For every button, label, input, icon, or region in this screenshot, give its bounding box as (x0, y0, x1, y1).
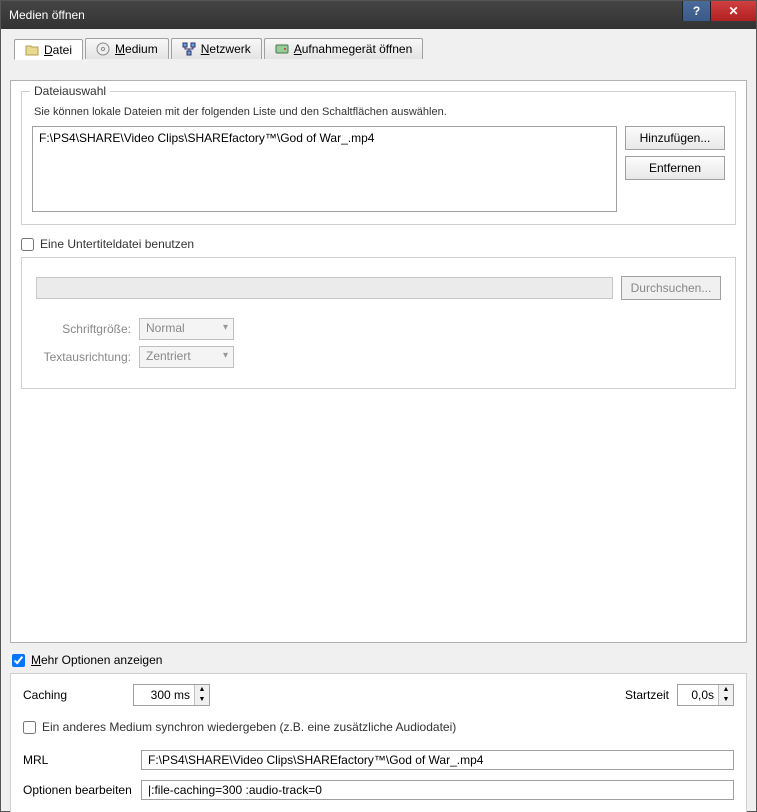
file-selection-hint: Sie können lokale Dateien mit der folgen… (34, 106, 725, 118)
tab-capture-mnemonic: A (294, 42, 302, 56)
tab-content-file: Dateiauswahl Sie können lokale Dateien m… (10, 80, 747, 643)
titlebar: Medien öffnen ? ✕ (1, 1, 756, 29)
advanced-options-panel: Caching ▲▼ Startzeit ▲▼ Ein anderes Medi… (10, 673, 747, 812)
add-file-button[interactable]: Hinzufügen... (625, 126, 725, 150)
file-list-item[interactable]: F:\PS4\SHARE\Video Clips\SHAREfactory™\G… (39, 131, 610, 145)
dialog-window: Medien öffnen ? ✕ Datei Medium (0, 0, 757, 812)
extra-media-checkbox[interactable] (23, 721, 36, 734)
close-button[interactable]: ✕ (710, 1, 756, 21)
dialog-body: Datei Medium Netzwerk (1, 29, 756, 811)
font-size-label: Schriftgröße: (36, 322, 131, 336)
capture-icon (275, 42, 289, 56)
alignment-label: Textausrichtung: (36, 350, 131, 364)
browse-subtitle-button: Durchsuchen... (621, 276, 721, 300)
more-options-row: Mehr Optionen anzeigen (12, 653, 745, 667)
file-list[interactable]: F:\PS4\SHARE\Video Clips\SHAREfactory™\G… (32, 126, 617, 212)
edit-options-input[interactable] (141, 780, 734, 800)
start-time-input[interactable] (678, 686, 718, 704)
tab-file-label: atei (53, 43, 72, 57)
mrl-input[interactable] (141, 750, 734, 770)
use-subtitle-checkbox-row: Eine Untertiteldatei benutzen (21, 237, 736, 251)
subtitle-fieldset: Durchsuchen... Schriftgröße: Normal Text… (21, 257, 736, 389)
more-options-label[interactable]: Mehr Optionen anzeigen (31, 653, 162, 667)
caching-label: Caching (23, 688, 133, 702)
tab-file-mnemonic: D (44, 43, 53, 57)
window-title: Medien öffnen (9, 8, 85, 22)
font-size-select: Normal (139, 318, 234, 340)
file-selection-fieldset: Dateiauswahl Sie können lokale Dateien m… (21, 91, 736, 225)
mrl-label: MRL (23, 753, 133, 767)
use-subtitle-label[interactable]: Eine Untertiteldatei benutzen (40, 237, 194, 251)
extra-media-label[interactable]: Ein anderes Medium synchron wiedergeben … (42, 720, 456, 734)
network-icon (182, 42, 196, 56)
tab-network[interactable]: Netzwerk (171, 38, 262, 59)
tab-disc[interactable]: Medium (85, 38, 169, 59)
caching-spinbox[interactable]: ▲▼ (133, 684, 210, 706)
tab-disc-mnemonic: M (115, 42, 125, 56)
start-time-spin-up-icon[interactable]: ▲ (719, 685, 733, 695)
start-time-spinbox[interactable]: ▲▼ (677, 684, 734, 706)
tab-capture[interactable]: Aufnahmegerät öffnen (264, 38, 424, 59)
tabstrip: Datei Medium Netzwerk (14, 38, 423, 59)
caching-spin-up-icon[interactable]: ▲ (195, 685, 209, 695)
tab-network-label: etzwerk (209, 42, 250, 56)
tab-disc-label: edium (125, 42, 158, 56)
alignment-select: Zentriert (139, 346, 234, 368)
start-time-label: Startzeit (625, 688, 669, 702)
edit-options-label: Optionen bearbeiten (23, 783, 133, 797)
file-selection-legend: Dateiauswahl (30, 84, 110, 98)
start-time-spin-down-icon[interactable]: ▼ (719, 695, 733, 705)
extra-media-row: Ein anderes Medium synchron wiedergeben … (23, 720, 734, 734)
help-button[interactable]: ? (682, 1, 710, 21)
use-subtitle-checkbox[interactable] (21, 238, 34, 251)
disc-icon (96, 42, 110, 56)
titlebar-buttons: ? ✕ (682, 1, 756, 21)
tab-file[interactable]: Datei (14, 39, 83, 60)
folder-icon (25, 43, 39, 57)
caching-spin-down-icon[interactable]: ▼ (195, 695, 209, 705)
remove-file-button[interactable]: Entfernen (625, 156, 725, 180)
caching-input[interactable] (134, 686, 194, 704)
more-options-checkbox[interactable] (12, 654, 25, 667)
tab-capture-label: ufnahmegerät öffnen (302, 42, 413, 56)
subtitle-path-field (36, 277, 613, 299)
